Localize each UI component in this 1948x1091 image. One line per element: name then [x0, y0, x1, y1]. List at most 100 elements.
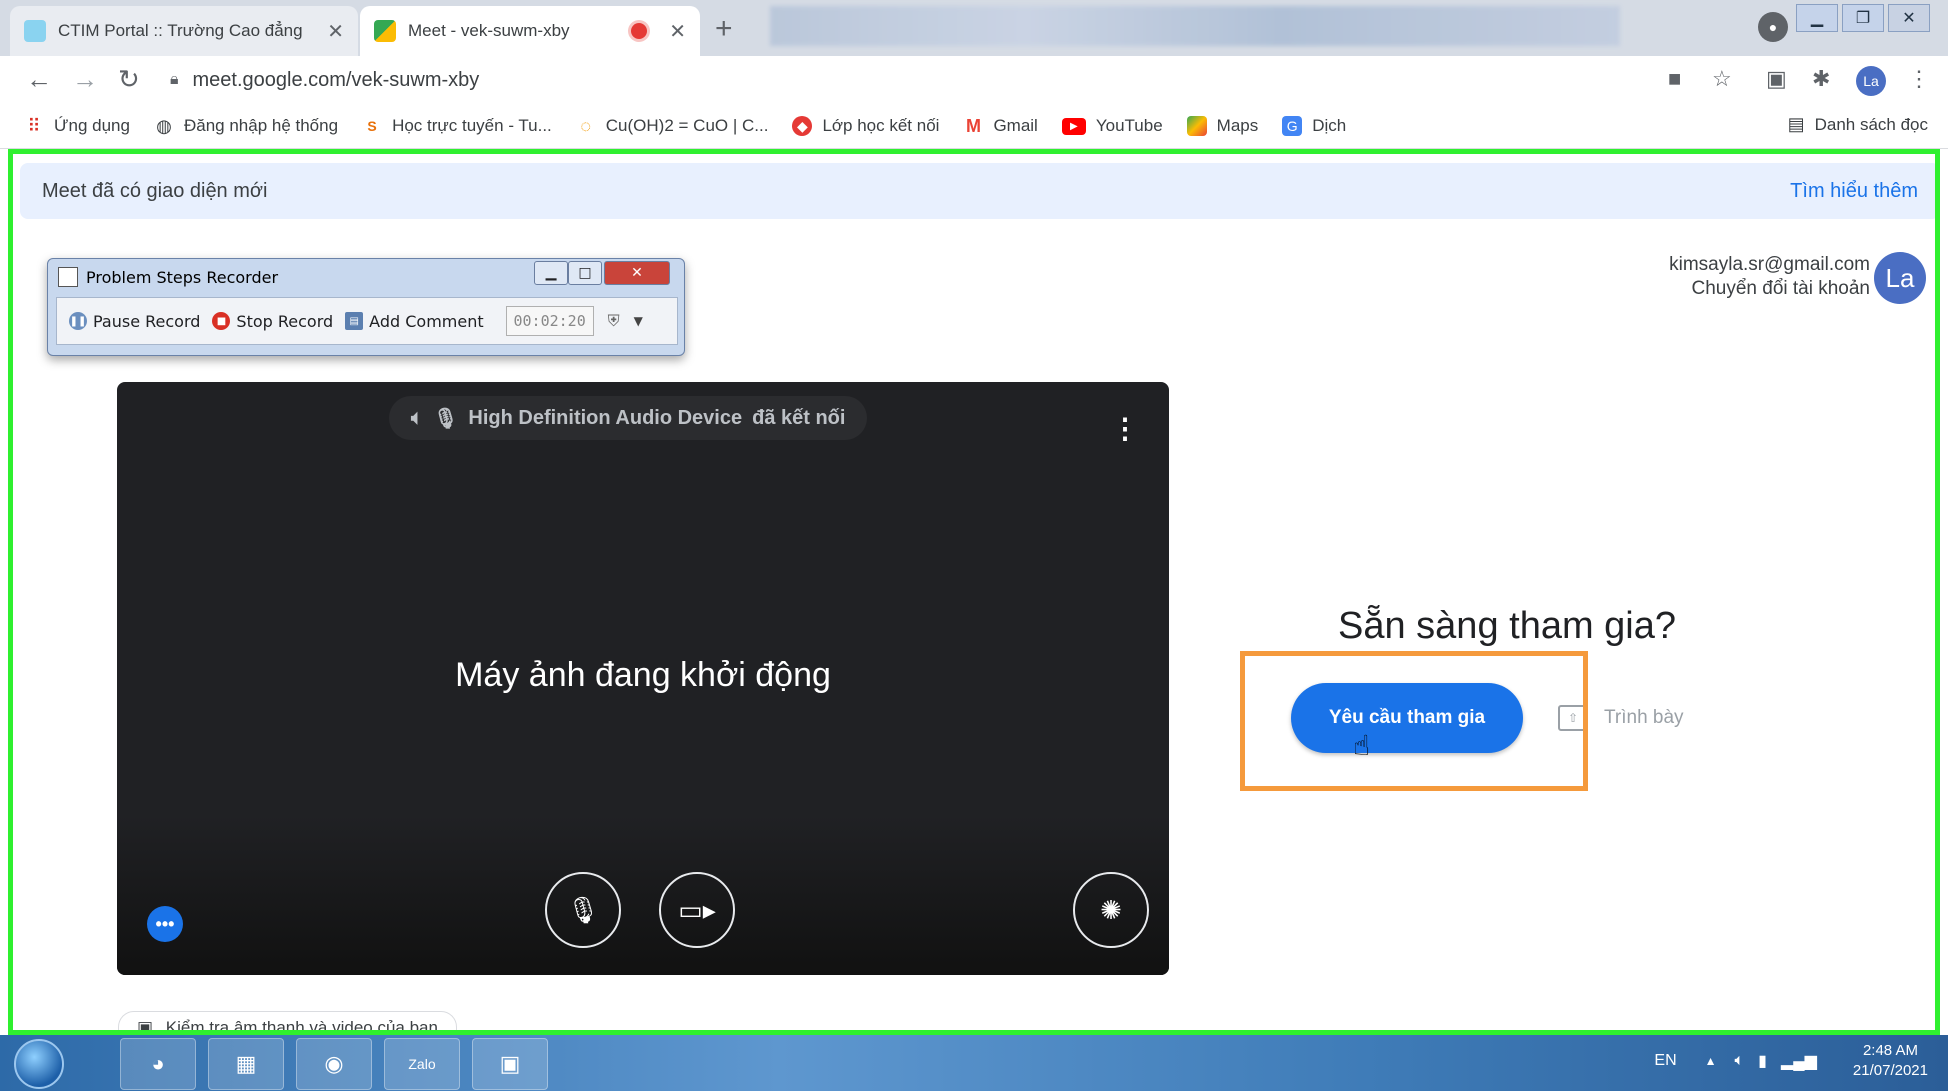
tab-strip: CTIM Portal :: Trường Cao đẳng ✕ Meet - … — [0, 0, 1948, 56]
dropdown-arrow-icon[interactable]: ▼ — [634, 314, 643, 328]
psr-app-icon — [58, 267, 78, 287]
maximize-button[interactable]: ❐ — [1842, 4, 1884, 32]
tab-title: Meet - vek-suwm-xby — [408, 21, 570, 40]
bookmark-class[interactable]: ◆ Lớp học kết nối — [792, 116, 939, 136]
clipboard-icon: ▣ — [137, 1018, 154, 1035]
bookmark-online-study[interactable]: S Học trực tuyến - Tu... — [362, 116, 552, 136]
taskbar-zalo-icon[interactable]: Zalo — [384, 1038, 460, 1090]
comment-label: Add Comment — [369, 311, 484, 331]
psr-maximize-button[interactable]: □ — [568, 261, 602, 285]
video-preview: 🔈︎ 🎙︎ High Definition Audio Device đã kế… — [117, 382, 1169, 975]
audio-status: đã kết nối — [752, 406, 846, 429]
minimize-button[interactable]: ▁ — [1796, 4, 1838, 32]
language-indicator[interactable]: EN — [1654, 1052, 1676, 1070]
banner-text: Meet đã có giao diện mới — [42, 179, 268, 202]
extension-icon[interactable]: ▣ — [1766, 66, 1787, 92]
camera-starting-text: Máy ảnh đang khởi động — [455, 656, 831, 694]
forward-icon[interactable]: → — [72, 64, 98, 95]
bookmark-label: YouTube — [1095, 116, 1163, 135]
pause-record-button[interactable]: ❚❚ Pause Record — [69, 312, 200, 331]
more-options-bubble-icon[interactable]: ••• — [147, 906, 183, 942]
tray-expand-icon[interactable]: ▲ — [1705, 1054, 1717, 1068]
bookmark-label: Ứng dụng — [54, 116, 130, 135]
new-tab-button[interactable]: + — [715, 12, 733, 46]
effects-icon: ✺ — [1100, 894, 1122, 925]
start-button[interactable] — [14, 1039, 64, 1089]
reload-icon[interactable]: ↻ — [118, 64, 140, 95]
account-info: kimsayla.sr@gmail.com Chuyển đổi tài kho… — [1669, 253, 1870, 301]
bookmark-label: Cu(OH)2 = CuO | C... — [605, 116, 769, 135]
gmail-icon: M — [965, 115, 981, 136]
bookmark-label: Lớp học kết nối — [822, 116, 940, 135]
pause-icon: ❚❚ — [69, 312, 87, 330]
network-signal-icon[interactable]: ▂▄▆ — [1781, 1051, 1817, 1071]
system-tray: EN ▲ 🔈︎ ▮ ▂▄▆ 2:48 AM 21/07/2021 — [1654, 1041, 1928, 1081]
study-icon: S — [367, 118, 377, 134]
bookmark-label: Học trực tuyến - Tu... — [392, 116, 552, 135]
volume-icon[interactable]: 🔈︎ — [1735, 1052, 1745, 1070]
camera-toggle-button[interactable]: ▭▸ — [659, 872, 735, 948]
extensions-puzzle-icon[interactable]: ✱ — [1812, 66, 1830, 92]
bookmark-youtube[interactable]: ▶ YouTube — [1061, 116, 1163, 136]
translate-icon: G — [1282, 116, 1303, 136]
psr-minimize-button[interactable]: ▁ — [534, 261, 568, 285]
bookmark-star-icon[interactable]: ☆ — [1712, 66, 1732, 92]
back-icon[interactable]: ← — [26, 64, 52, 95]
close-tab-icon[interactable]: ✕ — [669, 19, 686, 44]
url-text: meet.google.com/vek-suwm-xby — [192, 68, 480, 91]
account-avatar[interactable]: La — [1874, 252, 1926, 304]
close-tab-icon[interactable]: ✕ — [327, 19, 344, 44]
address-bar[interactable]: 🔒︎ meet.google.com/vek-suwm-xby — [170, 62, 1670, 98]
bookmark-gmail[interactable]: M Gmail — [963, 115, 1038, 136]
taskbar-chrome-icon[interactable]: ◉ — [296, 1038, 372, 1090]
tab-ctim-portal[interactable]: CTIM Portal :: Trường Cao đẳng ✕ — [10, 6, 358, 56]
check-audio-video-link[interactable]: ▣ Kiểm tra âm thanh và video của bạn — [118, 1011, 457, 1035]
help-shield-icon[interactable]: ⛨ — [608, 311, 620, 331]
microphone-toggle-button[interactable]: 🎙︎ — [545, 872, 621, 948]
camera-indicator-icon[interactable]: ■ — [1668, 66, 1681, 92]
switch-account-link[interactable]: Chuyển đổi tài khoản — [1669, 277, 1870, 301]
profile-avatar[interactable]: La — [1856, 66, 1886, 96]
preview-more-options-icon[interactable]: ⋮ — [1111, 412, 1139, 445]
pause-label: Pause Record — [93, 311, 201, 331]
bookmark-cuoh2[interactable]: ◌ Cu(OH)2 = CuO | C... — [576, 115, 769, 136]
psr-close-button[interactable]: ✕ — [604, 261, 670, 285]
microphone-small-icon: 🎙︎ — [433, 407, 459, 430]
microphone-icon: 🎙︎ — [566, 894, 600, 925]
account-email: kimsayla.sr@gmail.com — [1669, 254, 1870, 275]
bookmark-login[interactable]: ◍ Đăng nhập hệ thống — [154, 116, 338, 136]
taskbar-file-explorer-icon[interactable]: ▦ — [208, 1038, 284, 1090]
new-ui-banner: Meet đã có giao diện mới Tìm hiểu thêm — [20, 163, 1940, 219]
bookmark-maps[interactable]: Maps — [1186, 116, 1258, 136]
preview-gradient — [117, 815, 1169, 975]
taskbar-app-green-icon[interactable]: ◕ — [120, 1038, 196, 1090]
taskbar-steps-recorder-icon[interactable]: ▣ — [472, 1038, 548, 1090]
add-comment-button[interactable]: ▤ Add Comment — [345, 311, 484, 331]
speaker-icon: 🔈︎ — [411, 406, 423, 429]
kebab-menu-icon[interactable]: ⋮ — [1908, 66, 1930, 92]
windows-taskbar: ◕ ▦ ◉ Zalo ▣ EN ▲ 🔈︎ ▮ ▂▄▆ 2:48 AM 21/07… — [0, 1035, 1948, 1091]
stop-record-button[interactable]: ■ Stop Record — [212, 312, 333, 331]
learn-more-link[interactable]: Tìm hiểu thêm — [1790, 180, 1918, 203]
check-av-label: Kiểm tra âm thanh và video của bạn — [165, 1018, 438, 1035]
problem-steps-recorder-window: Problem Steps Recorder ▁ □ ✕ ❚❚ Pause Re… — [47, 258, 685, 356]
stop-label: Stop Record — [236, 311, 334, 331]
ready-to-join-heading: Sẵn sàng tham gia? — [1338, 605, 1677, 647]
bookmark-label: Dịch — [1312, 116, 1347, 135]
bookmark-apps[interactable]: ⠿ Ứng dụng — [24, 116, 130, 136]
window-controls: ▁ ❐ ✕ — [1796, 4, 1930, 32]
ctim-favicon-icon — [24, 20, 46, 42]
psr-title: Problem Steps Recorder — [86, 267, 279, 287]
visual-effects-button[interactable]: ✺ — [1073, 872, 1149, 948]
highlight-box — [1240, 651, 1588, 791]
chrome-menu-profile-icon[interactable]: ● — [1758, 12, 1788, 42]
tab-meet[interactable]: Meet - vek-suwm-xby ✕ — [360, 6, 700, 56]
close-window-button[interactable]: ✕ — [1888, 4, 1930, 32]
reading-list-button[interactable]: ▤ Danh sách đọc — [1788, 114, 1928, 135]
psr-timer: 00:02:20 — [505, 306, 594, 336]
power-icon[interactable]: ▮ — [1758, 1051, 1767, 1071]
bookmark-translate[interactable]: G Dịch — [1282, 116, 1346, 136]
audio-device-pill: 🔈︎ 🎙︎ High Definition Audio Device đã kế… — [389, 396, 868, 440]
clock[interactable]: 2:48 AM 21/07/2021 — [1853, 1041, 1928, 1081]
loading-icon: ◌ — [580, 115, 592, 136]
